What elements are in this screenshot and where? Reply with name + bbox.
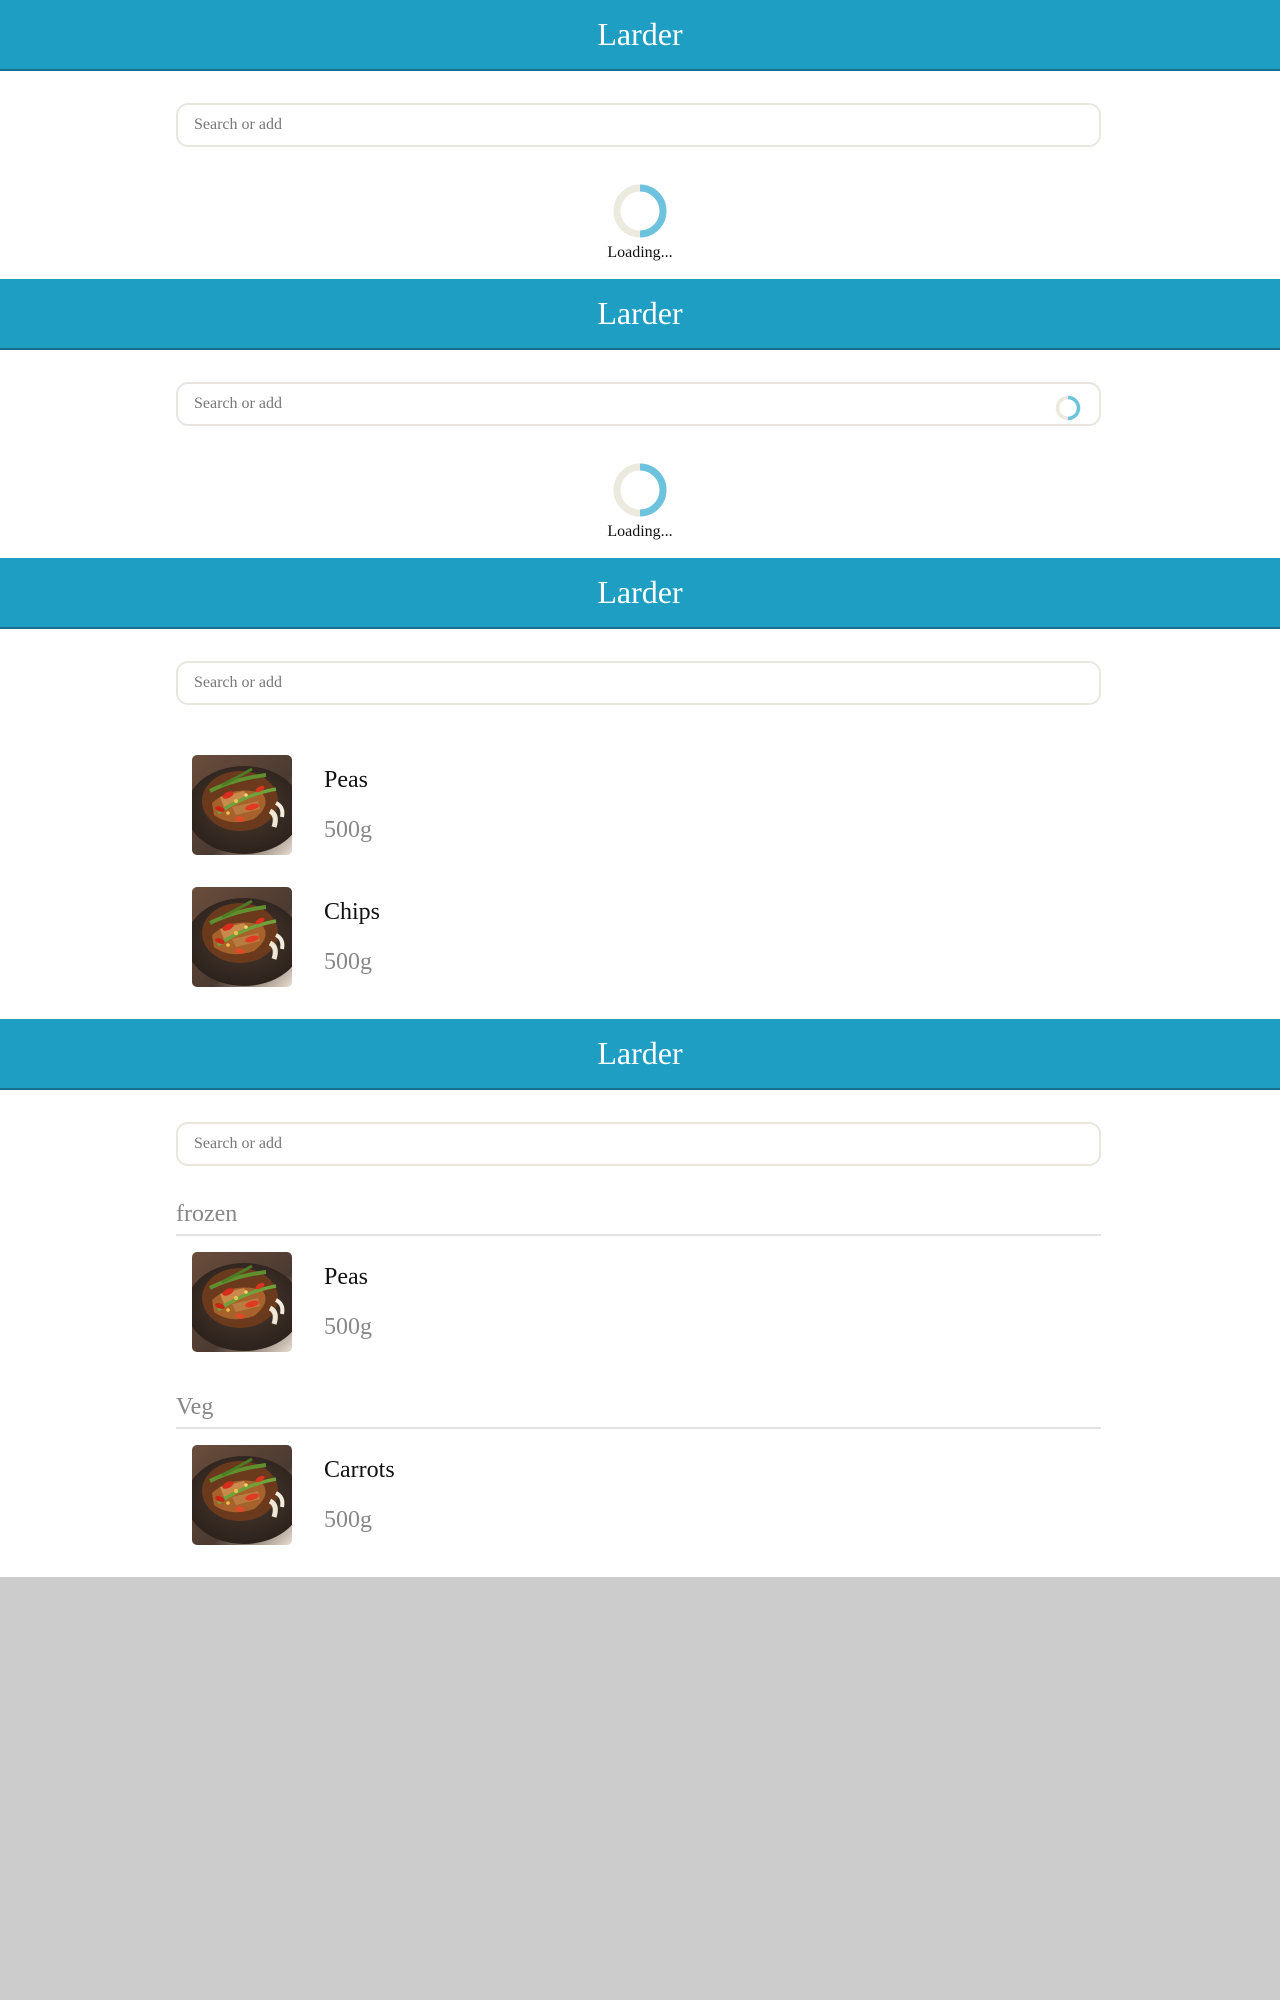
- spinner-icon: [613, 184, 667, 238]
- search-input[interactable]: [178, 384, 1099, 424]
- search-box: [176, 661, 1101, 705]
- search-box: [176, 382, 1101, 426]
- app-header: Larder: [0, 279, 1280, 350]
- item-quantity: 500g: [324, 1314, 372, 1340]
- screen-item-list: Larder Peas 500g Chips 500g: [0, 558, 1280, 1019]
- item-name: Chips: [324, 899, 381, 925]
- loading-indicator: Loading...: [0, 462, 1280, 541]
- loading-indicator: Loading...: [0, 183, 1280, 262]
- list-item[interactable]: Peas 500g: [192, 755, 1092, 855]
- screen-loading: Larder Loading...: [0, 0, 1280, 279]
- list-item[interactable]: Chips 500g: [192, 887, 1092, 987]
- search-box: [176, 103, 1101, 147]
- screen-grouped-list: Larder frozen Peas 500g Veg Carrots 500g: [0, 1019, 1280, 1577]
- search-input[interactable]: [178, 663, 1099, 703]
- group-heading: Veg: [176, 1392, 1101, 1429]
- item-quantity: 500g: [324, 1507, 372, 1533]
- search-input[interactable]: [178, 1124, 1099, 1164]
- spinner-icon: [613, 463, 667, 517]
- app-header: Larder: [0, 558, 1280, 629]
- food-thumbnail: [192, 1445, 292, 1545]
- app-header: Larder: [0, 0, 1280, 71]
- food-thumbnail: [192, 887, 292, 987]
- group-heading: frozen: [176, 1199, 1101, 1236]
- list-item[interactable]: Carrots 500g: [192, 1445, 1092, 1545]
- search-input[interactable]: [178, 105, 1099, 145]
- loading-text: Loading...: [607, 244, 673, 261]
- list-item[interactable]: Peas 500g: [192, 1252, 1092, 1352]
- screen-searching: Larder Loading...: [0, 279, 1280, 558]
- item-quantity: 500g: [324, 949, 372, 975]
- search-box: [176, 1122, 1101, 1166]
- item-quantity: 500g: [324, 817, 372, 843]
- loading-text: Loading...: [607, 523, 673, 540]
- app-header: Larder: [0, 1019, 1280, 1090]
- food-thumbnail: [192, 1252, 292, 1352]
- item-name: Carrots: [324, 1457, 395, 1483]
- search-spinner-icon: [1055, 395, 1081, 421]
- item-name: Peas: [324, 767, 368, 793]
- food-thumbnail: [192, 755, 292, 855]
- item-name: Peas: [324, 1264, 368, 1290]
